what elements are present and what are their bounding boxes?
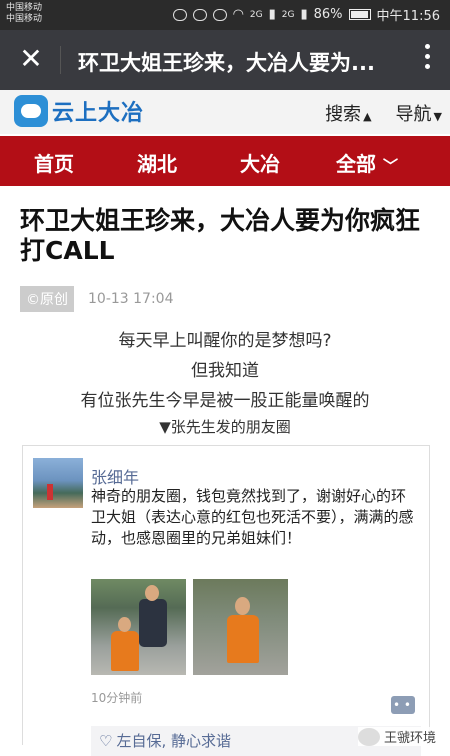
body-line-3: 有位张先生今早是被一股正能量唤醒的 <box>80 391 370 411</box>
nav-label: 导航 <box>395 104 432 125</box>
tab-hubei[interactable]: 湖北 <box>137 148 177 177</box>
status-icons: ◠ 2G ▮ 2G ▮ 86% 中午11:56 <box>172 5 440 24</box>
tab-all[interactable]: 全部 ﹀ <box>336 148 398 177</box>
tab-daye[interactable]: 大冶 <box>240 148 280 177</box>
comment-icon <box>391 696 415 714</box>
body-line-1: 每天早上叫醒你的是梦想吗? <box>118 331 332 351</box>
avatar <box>33 458 83 508</box>
battery-percent: 86% <box>313 7 343 22</box>
post-text: 神奇的朋友圈，钱包竟然找到了，谢谢好心的环卫大姐（表达心意的红包也死活不要），满… <box>91 487 414 547</box>
signal-label-1: 2G <box>249 9 263 20</box>
nfc-icon <box>172 8 187 21</box>
moments-post-screenshot: 张细年 神奇的朋友圈，钱包竟然找到了，谢谢好心的环卫大姐（表达心意的红包也死活不… <box>22 445 430 756</box>
search-label: 搜索 <box>325 104 362 125</box>
likes-text: 左自保, 静心求谐 <box>116 732 231 750</box>
original-badge: ©原创 <box>20 286 74 312</box>
carrier-2: 中国移动 <box>6 14 43 24</box>
watermark: 王虢环境 <box>357 727 436 746</box>
post-photo-1 <box>91 579 186 675</box>
body-line-4: ▼张先生发的朋友圈 <box>159 418 291 436</box>
nav-button[interactable]: 导航 ▼ <box>396 100 442 126</box>
wifi-icon: ◠ <box>232 7 244 22</box>
tab-home[interactable]: 首页 <box>34 148 74 177</box>
post-author: 张细年 <box>91 468 140 487</box>
article-meta: ©原创 10-13 17:04 <box>20 286 173 312</box>
wechat-logo-icon <box>357 727 380 746</box>
cloud-logo-icon <box>14 95 48 127</box>
eye-icon <box>212 8 227 21</box>
triangle-down-icon: ▼ <box>433 110 442 123</box>
divider <box>60 46 61 74</box>
signal-icon-1: ▮ <box>268 7 276 22</box>
alarm-icon <box>192 8 207 21</box>
wechat-title-bar: ✕ 环卫大姐王珍来，大冶人要为... <box>0 30 450 90</box>
clock: 中午11:56 <box>376 9 440 24</box>
more-menu-icon[interactable] <box>422 44 432 74</box>
watermark-text: 王虢环境 <box>383 731 436 746</box>
site-header: 云上大冶 搜索 ▲ 导航 ▼ <box>0 90 450 134</box>
signal-label-2: 2G <box>281 9 295 20</box>
category-nav: 首页 湖北 大冶 全部 ﹀ <box>0 136 450 186</box>
logo-text: 云上大冶 <box>52 101 145 126</box>
battery-icon <box>348 9 371 20</box>
article-title: 环卫大姐王珍来，大冶人要为你疯狂打CALL <box>20 206 421 265</box>
status-bar: 中国移动 中国移动 ◠ 2G ▮ 2G ▮ 86% 中午11:56 <box>0 0 450 30</box>
header-actions: 搜索 ▲ 导航 ▼ <box>325 100 442 126</box>
post-photo-2 <box>193 579 288 675</box>
carrier-labels: 中国移动 中国移动 <box>6 3 42 25</box>
carrier-1: 中国移动 <box>6 3 43 13</box>
search-button[interactable]: 搜索 ▲ <box>325 100 371 126</box>
post-time: 10分钟前 <box>91 691 143 705</box>
site-logo[interactable]: 云上大冶 <box>14 95 144 127</box>
publish-date: 10-13 17:04 <box>88 291 174 307</box>
heart-icon: ♡ <box>99 732 113 750</box>
triangle-up-icon: ▲ <box>363 110 372 123</box>
close-icon[interactable]: ✕ <box>16 44 46 74</box>
signal-icon-2: ▮ <box>300 7 308 22</box>
page-title: 环卫大姐王珍来，大冶人要为... <box>78 51 375 75</box>
chevron-down-icon: ﹀ <box>382 157 398 175</box>
tab-all-label: 全部 <box>336 152 376 176</box>
body-line-2: 但我知道 <box>191 361 259 381</box>
